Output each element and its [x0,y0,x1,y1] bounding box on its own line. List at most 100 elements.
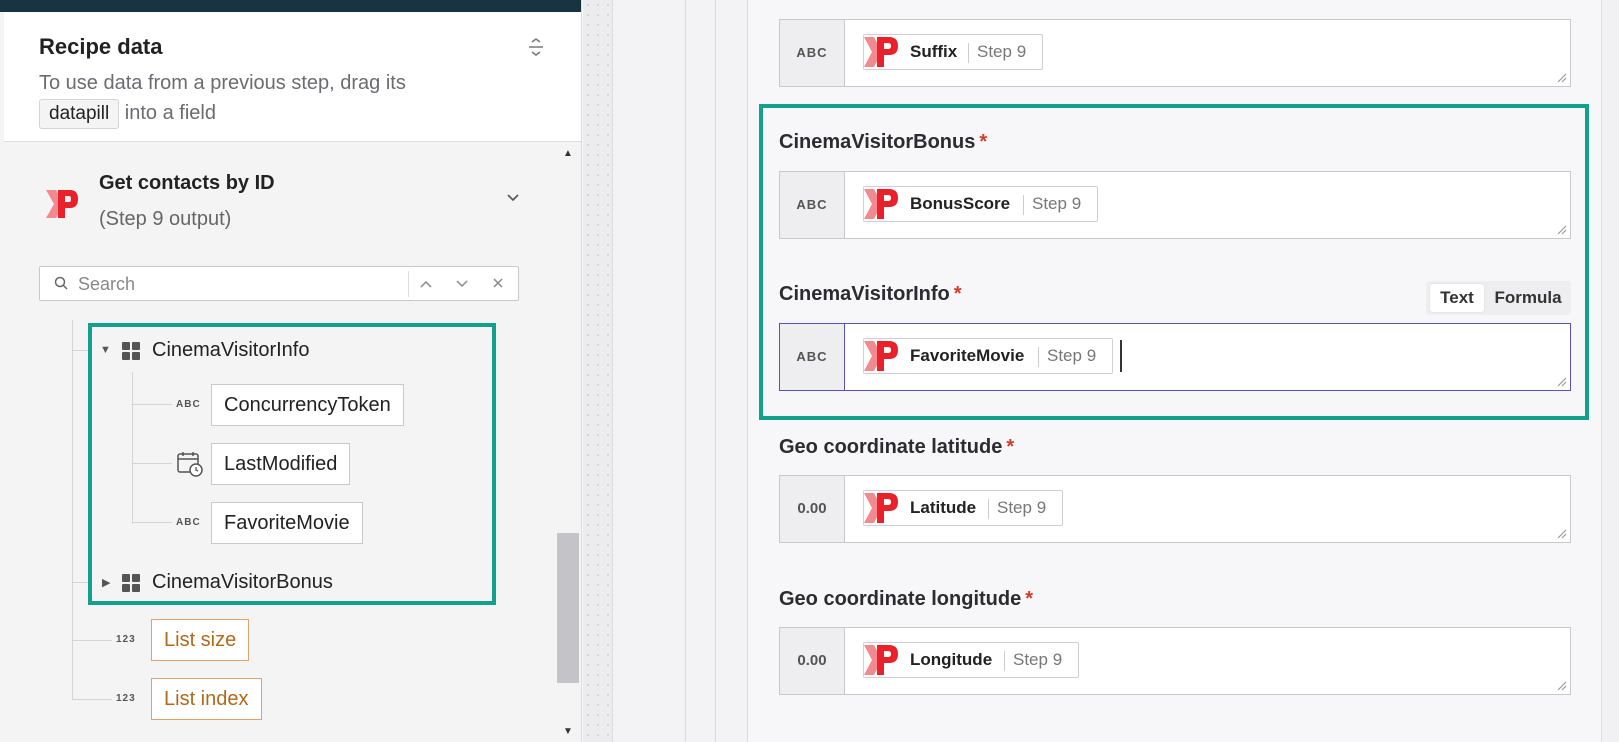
type-text-tag: ABC [176,517,201,528]
datapill-label[interactable]: List size [151,619,250,661]
datapill-concurrencytoken[interactable]: ABC ConcurrencyToken [176,384,436,426]
clear-search-icon[interactable] [485,271,511,297]
tree-group-label: CinemaVisitorInfo [152,339,310,361]
search-icon [54,276,68,290]
datapill-name: BonusScore [910,194,1011,213]
object-icon [122,342,140,360]
step-name: Get contacts by ID [99,172,275,194]
datapill-step: Step 9 [1047,346,1097,365]
app-logo-icon [864,645,898,675]
scroll-thumb[interactable] [557,533,579,683]
step-subtitle: (Step 9 output) [99,208,232,230]
field-suffix[interactable]: ABC Suffix Step 9 [779,19,1571,87]
datapill-name: Longitude [910,650,993,669]
field-geo-longitude[interactable]: 0.00 Longitude Step 9 [779,627,1571,695]
datapill-search [39,266,519,301]
field-cinemavisitorbonus[interactable]: ABC BonusScore Step 9 [779,171,1571,239]
resize-handle-icon[interactable] [1555,679,1567,691]
datapill-separator [968,43,969,63]
datapill-name: FavoriteMovie [910,346,1025,365]
datapill-latitude[interactable]: Latitude Step 9 [863,490,1063,526]
step-output-header[interactable]: Get contacts by ID (Step 9 output) [44,168,524,238]
form-scroll-edge [1601,0,1619,742]
datapill-step: Step 9 [977,42,1027,61]
field-label-text: CinemaVisitorInfo [779,283,950,305]
resize-handle-icon[interactable] [1555,527,1567,539]
required-mark: * [953,283,962,305]
app-logo-icon [864,37,898,67]
datapill-label[interactable]: FavoriteMovie [211,502,363,544]
field-type-tag: ABC [780,324,845,390]
scroll-down-icon[interactable]: ▼ [563,726,573,737]
datapill-longitude[interactable]: Longitude Step 9 [863,642,1079,678]
datapill-separator [1038,347,1039,367]
previous-result-icon[interactable] [413,271,439,297]
datapill-name: Suffix [910,42,958,61]
datapill-name: Latitude [910,498,977,517]
datapill-step: Step 9 [997,498,1047,517]
field-label-latitude: Geo coordinate latitude * [779,436,1014,459]
datapill-separator [1004,651,1005,671]
tree-group-label: CinemaVisitorBonus [152,571,333,593]
datapill-favoritemovie[interactable]: ABC FavoriteMovie [176,502,436,544]
datapill-label[interactable]: List index [151,678,262,720]
required-mark: * [1006,436,1015,458]
text-formula-toggle[interactable]: Text Formula [1426,281,1571,315]
panel-scrollbar[interactable]: ▲ ▼ [557,148,579,742]
datapill-separator [988,499,989,519]
datapill-label[interactable]: ConcurrencyToken [211,384,404,426]
canvas-strip [583,0,613,742]
panel-top-bar [0,0,581,12]
field-label-text: CinemaVisitorBonus [779,131,976,153]
type-number-tag: 123 [116,634,136,645]
resize-handle-icon[interactable] [1555,71,1567,83]
field-type-tag: ABC [780,20,845,86]
description-before: To use data from a previous step, drag i… [39,72,406,94]
collapse-icon[interactable] [524,38,548,62]
canvas-divider [685,0,686,742]
tree-group-cinemavisitorinfo[interactable]: ▼ CinemaVisitorInfo [96,330,476,372]
caret-right-icon[interactable]: ▶ [102,576,110,589]
caret-down-icon[interactable]: ▼ [100,344,111,356]
app-logo-icon [46,190,78,218]
scroll-up-icon[interactable]: ▲ [563,148,573,159]
datapill-favoritemovie[interactable]: FavoriteMovie Step 9 [863,338,1113,374]
search-separator [408,271,409,297]
toggle-formula[interactable]: Formula [1488,284,1568,312]
field-label-cinemavisitorinfo: CinemaVisitorInfo * [779,283,962,306]
type-number-tag: 123 [116,693,136,704]
chevron-down-icon[interactable] [506,190,520,208]
datapill-suffix[interactable]: Suffix Step 9 [863,34,1043,70]
field-type-tag: 0.00 [780,476,845,542]
next-result-icon[interactable] [449,271,475,297]
text-cursor [1120,340,1122,372]
resize-handle-icon[interactable] [1555,223,1567,235]
tree-line [72,640,112,641]
required-mark: * [1025,588,1034,610]
datapill-bonusscore[interactable]: BonusScore Step 9 [863,186,1098,222]
field-label-longitude: Geo coordinate longitude * [779,588,1033,611]
type-text-tag: ABC [176,399,201,410]
tree-group-cinemavisitorbonus[interactable]: ▶ CinemaVisitorBonus [96,562,476,604]
calendar-icon [177,452,203,477]
datapill-separator [1023,195,1024,215]
search-input[interactable] [78,271,438,297]
resize-handle-icon[interactable] [1555,375,1567,387]
field-label-text: Geo coordinate longitude [779,588,1022,610]
field-type-tag: ABC [780,172,845,238]
app-logo-icon [864,341,898,371]
datapill-label[interactable]: LastModified [211,443,351,485]
object-icon [122,574,140,592]
toggle-text[interactable]: Text [1430,284,1484,312]
datapill-step: Step 9 [1013,650,1063,669]
datapill-list-index[interactable]: 123 List index [116,678,376,720]
field-label-text: Geo coordinate latitude [779,436,1003,458]
field-geo-latitude[interactable]: 0.00 Latitude Step 9 [779,475,1571,543]
datapill-list-size[interactable]: 123 List size [116,619,376,661]
tree-line [72,320,73,700]
canvas-divider [715,0,716,742]
datapill-lastmodified[interactable]: LastModified [176,443,436,485]
app-logo-icon [864,189,898,219]
field-cinemavisitorinfo[interactable]: ABC FavoriteMovie Step 9 [779,323,1571,391]
panel-description: To use data from a previous step, drag i… [39,68,539,129]
